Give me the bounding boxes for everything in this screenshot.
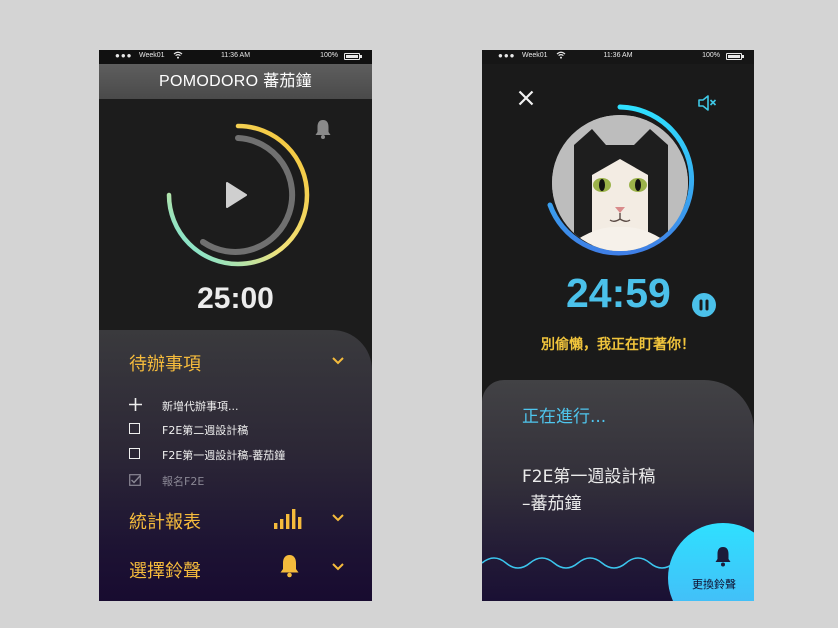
in-progress-label: 正在進行...	[522, 407, 607, 427]
add-todo-label: 新增代辦事項...	[162, 400, 239, 413]
status-bar: ●●● Week01 11:36 AM 100%	[99, 50, 372, 64]
battery-percent: 100%	[702, 52, 720, 59]
chevron-down-icon[interactable]	[330, 561, 346, 573]
play-button[interactable]	[225, 182, 247, 212]
todo-item[interactable]: F2E第一週設計稿-蕃茄鐘	[129, 447, 285, 463]
todo-item[interactable]: F2E第二週設計稿	[129, 422, 248, 438]
todo-item-done[interactable]: 報名F2E	[129, 473, 204, 489]
plus-icon	[129, 398, 143, 414]
bell-icon	[280, 555, 299, 578]
warning-message: 別偷懶，我正在盯著你！	[541, 337, 695, 353]
status-bar: ●●● Week01 11:36 AM 100%	[482, 50, 754, 64]
battery-percent: 100%	[320, 52, 338, 59]
pause-button[interactable]	[692, 293, 716, 321]
bell-icon	[715, 547, 731, 567]
current-task-line2: –蕃茄鐘	[522, 494, 582, 514]
mute-speaker-icon[interactable]	[697, 94, 717, 116]
current-task: F2E第一週設計稿 –蕃茄鐘	[522, 464, 655, 518]
timer-display: 25:00	[197, 282, 274, 315]
todo-section-title[interactable]: 待辦事項	[129, 350, 201, 376]
bar-chart-icon	[274, 509, 302, 529]
bell-icon[interactable]	[314, 118, 332, 144]
checkbox[interactable]	[129, 423, 140, 434]
battery-icon	[726, 53, 744, 60]
todo-label: 報名F2E	[162, 475, 205, 488]
change-ringtone-label: 更換鈴聲	[692, 578, 736, 591]
ringtone-section-title[interactable]: 選擇鈴聲	[129, 557, 201, 583]
current-task-line1: F2E第一週設計稿	[522, 467, 656, 487]
app-title: POMODORO 蕃茄鐘	[99, 64, 372, 99]
chevron-down-icon[interactable]	[330, 355, 346, 367]
checkbox[interactable]	[129, 448, 140, 459]
close-icon[interactable]	[518, 90, 534, 110]
add-todo-item[interactable]: 新增代辦事項...	[129, 398, 239, 414]
pomodoro-running-screen: ●●● Week01 11:36 AM 100% 24:59 別偷懶，我正在盯著…	[482, 50, 754, 601]
countdown-display: 24:59	[566, 270, 671, 316]
checked-checkbox-icon[interactable]	[129, 473, 143, 489]
cat-photo	[552, 115, 688, 251]
battery-icon	[344, 53, 362, 60]
bottom-panel: 正在進行... F2E第一週設計稿 –蕃茄鐘 更換鈴聲	[482, 380, 754, 601]
todo-label: F2E第二週設計稿	[162, 424, 249, 437]
todo-label: F2E第一週設計稿-蕃茄鐘	[162, 449, 286, 462]
chevron-down-icon[interactable]	[330, 512, 346, 524]
stats-section-title[interactable]: 統計報表	[129, 508, 201, 534]
pomodoro-home-screen: ●●● Week01 11:36 AM 100% POMODORO 蕃茄鐘 25…	[99, 50, 372, 601]
bottom-panel: 待辦事項 新增代辦事項... F2E第二週設計稿 F2E第一週設計稿-蕃茄鐘 報…	[99, 330, 372, 601]
change-ringtone-button[interactable]: 更換鈴聲	[668, 523, 754, 601]
